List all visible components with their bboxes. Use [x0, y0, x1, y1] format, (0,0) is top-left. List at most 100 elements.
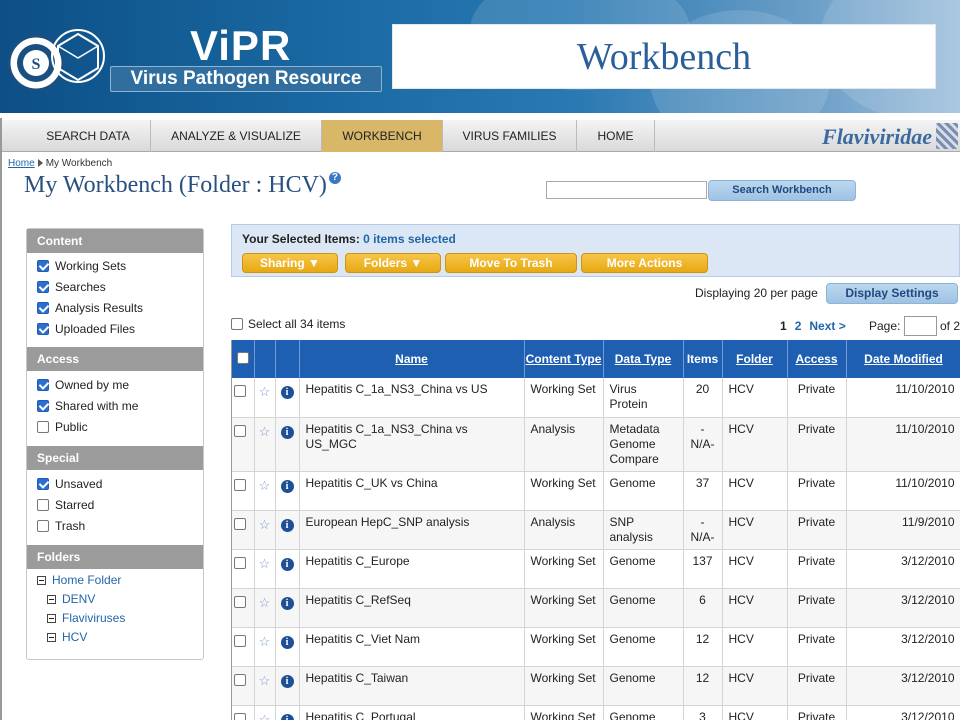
checkbox-analysis-results[interactable] — [37, 302, 49, 314]
star-icon[interactable]: ☆ — [259, 712, 271, 720]
star-icon[interactable]: ☆ — [259, 424, 271, 439]
info-icon[interactable]: i — [280, 557, 294, 571]
table-row[interactable]: ☆ i Hepatitis C_RefSeq Working Set Genom… — [232, 588, 960, 628]
table-row[interactable]: ☆ i Hepatitis C_Viet Nam Working Set Gen… — [232, 627, 960, 667]
move-to-trash-button[interactable]: Move To Trash — [445, 253, 577, 273]
cell-name[interactable]: Hepatitis C_Taiwan — [299, 666, 525, 706]
page-2-link[interactable]: 2 — [795, 319, 802, 333]
checkbox-searches[interactable] — [37, 281, 49, 293]
folder-home[interactable]: Home Folder — [37, 571, 121, 589]
filter-public[interactable]: Public — [37, 418, 88, 436]
checkbox-working-sets[interactable] — [37, 260, 49, 272]
row-checkbox[interactable] — [233, 424, 246, 437]
row-checkbox[interactable] — [233, 634, 246, 647]
info-icon[interactable]: i — [280, 386, 294, 399]
folders-button[interactable]: Folders ▼ — [345, 253, 441, 273]
table-row[interactable]: ☆ i Hepatitis C_Portugal Working Set Gen… — [232, 705, 960, 720]
help-icon[interactable]: ? — [328, 172, 341, 184]
nav-analyze-visualize[interactable]: ANALYZE & VISUALIZE — [151, 120, 322, 152]
cell-name[interactable]: Hepatitis C_Europe — [299, 549, 525, 589]
info-icon[interactable]: i — [280, 713, 294, 720]
collapse-icon[interactable] — [47, 614, 56, 623]
star-icon[interactable]: ☆ — [259, 384, 271, 399]
table-row[interactable]: ☆ i Hepatitis C_1a_NS3_China vs US Worki… — [232, 378, 960, 418]
workbench-search-input[interactable] — [546, 181, 707, 199]
star-icon[interactable]: ☆ — [259, 634, 271, 649]
star-icon[interactable]: ☆ — [259, 517, 271, 532]
info-icon[interactable]: i — [280, 479, 294, 493]
row-checkbox[interactable] — [233, 385, 246, 397]
checkbox-public[interactable] — [37, 421, 49, 433]
folder-label[interactable]: Home Folder — [52, 573, 121, 587]
star-icon[interactable]: ☆ — [259, 595, 271, 610]
info-icon[interactable]: i — [280, 425, 294, 439]
folder-label[interactable]: HCV — [62, 630, 87, 644]
sort-access-link[interactable]: Access — [795, 352, 837, 366]
nav-workbench[interactable]: WORKBENCH — [322, 120, 443, 152]
display-settings-button[interactable]: Display Settings — [826, 283, 958, 304]
select-all-checkbox[interactable] — [231, 318, 243, 330]
sort-name-link[interactable]: Name — [395, 352, 428, 366]
collapse-icon[interactable] — [37, 576, 46, 585]
folder-hcv[interactable]: HCV — [47, 628, 87, 646]
star-icon[interactable]: ☆ — [259, 478, 271, 493]
header-access[interactable]: Access — [787, 340, 847, 378]
star-icon[interactable]: ☆ — [259, 556, 271, 571]
sort-folder-link[interactable]: Folder — [736, 352, 773, 366]
checkbox-owned-by-me[interactable] — [37, 379, 49, 391]
cell-name[interactable]: Hepatitis C_UK vs China — [299, 471, 525, 511]
nav-search-data[interactable]: SEARCH DATA — [26, 120, 151, 152]
row-checkbox[interactable] — [233, 556, 246, 569]
filter-owned-by-me[interactable]: Owned by me — [37, 376, 129, 394]
page-jump-input[interactable] — [904, 316, 937, 336]
cell-name[interactable]: European HepC_SNP analysis — [299, 510, 525, 550]
checkbox-shared-with-me[interactable] — [37, 400, 49, 412]
cell-name[interactable]: Hepatitis C_1a_NS3_China vs US — [299, 378, 525, 418]
cell-name[interactable]: Hepatitis C_RefSeq — [299, 588, 525, 628]
filter-starred[interactable]: Starred — [37, 496, 94, 514]
sort-content-type-link[interactable]: Content Type — [526, 352, 602, 366]
header-data-type[interactable]: Data Type — [603, 340, 684, 378]
info-icon[interactable]: i — [280, 635, 294, 649]
nav-virus-families[interactable]: VIRUS FAMILIES — [443, 120, 577, 152]
table-row[interactable]: ☆ i Hepatitis C_Europe Working Set Genom… — [232, 549, 960, 589]
header-date-modified[interactable]: Date Modified — [846, 340, 960, 378]
cell-name[interactable]: Hepatitis C_1a_NS3_China vs US_MGC — [299, 417, 525, 472]
row-checkbox[interactable] — [233, 478, 246, 491]
folder-label[interactable]: DENV — [62, 592, 95, 606]
filter-trash[interactable]: Trash — [37, 517, 85, 535]
table-row[interactable]: ☆ i Hepatitis C_1a_NS3_China vs US_MGC A… — [232, 417, 960, 472]
header-checkbox[interactable] — [236, 351, 249, 364]
cell-name[interactable]: Hepatitis C_Viet Nam — [299, 627, 525, 667]
table-row[interactable]: ☆ i Hepatitis C_Taiwan Working Set Genom… — [232, 666, 960, 706]
sort-date-link[interactable]: Date Modified — [864, 352, 943, 366]
selected-items-count[interactable]: 0 items selected — [363, 232, 456, 246]
checkbox-uploaded-files[interactable] — [37, 323, 49, 335]
table-row[interactable]: ☆ i Hepatitis C_UK vs China Working Set … — [232, 471, 960, 511]
table-row[interactable]: ☆ i European HepC_SNP analysis Analysis … — [232, 510, 960, 550]
checkbox-unsaved[interactable] — [37, 478, 49, 490]
next-page-link[interactable]: Next > — [809, 319, 845, 333]
header-name[interactable]: Name — [299, 340, 525, 378]
folder-label[interactable]: Flaviviruses — [62, 611, 125, 625]
filter-unsaved[interactable]: Unsaved — [37, 475, 102, 493]
filter-working-sets[interactable]: Working Sets — [37, 257, 126, 275]
checkbox-starred[interactable] — [37, 499, 49, 511]
info-icon[interactable]: i — [280, 674, 294, 688]
sharing-button[interactable]: Sharing ▼ — [242, 253, 338, 273]
search-workbench-button[interactable]: Search Workbench — [708, 180, 856, 201]
row-checkbox[interactable] — [233, 595, 246, 608]
row-checkbox[interactable] — [233, 712, 246, 720]
header-folder[interactable]: Folder — [722, 340, 788, 378]
info-icon[interactable]: i — [280, 518, 294, 532]
cell-name[interactable]: Hepatitis C_Portugal — [299, 705, 525, 720]
row-checkbox[interactable] — [233, 673, 246, 686]
folder-flaviviruses[interactable]: Flaviviruses — [47, 609, 125, 627]
collapse-icon[interactable] — [47, 595, 56, 604]
star-icon[interactable]: ☆ — [259, 673, 271, 688]
row-checkbox[interactable] — [233, 517, 246, 530]
filter-analysis-results[interactable]: Analysis Results — [37, 299, 143, 317]
nav-home[interactable]: HOME — [577, 120, 655, 152]
more-actions-button[interactable]: More Actions — [581, 253, 708, 273]
filter-searches[interactable]: Searches — [37, 278, 106, 296]
